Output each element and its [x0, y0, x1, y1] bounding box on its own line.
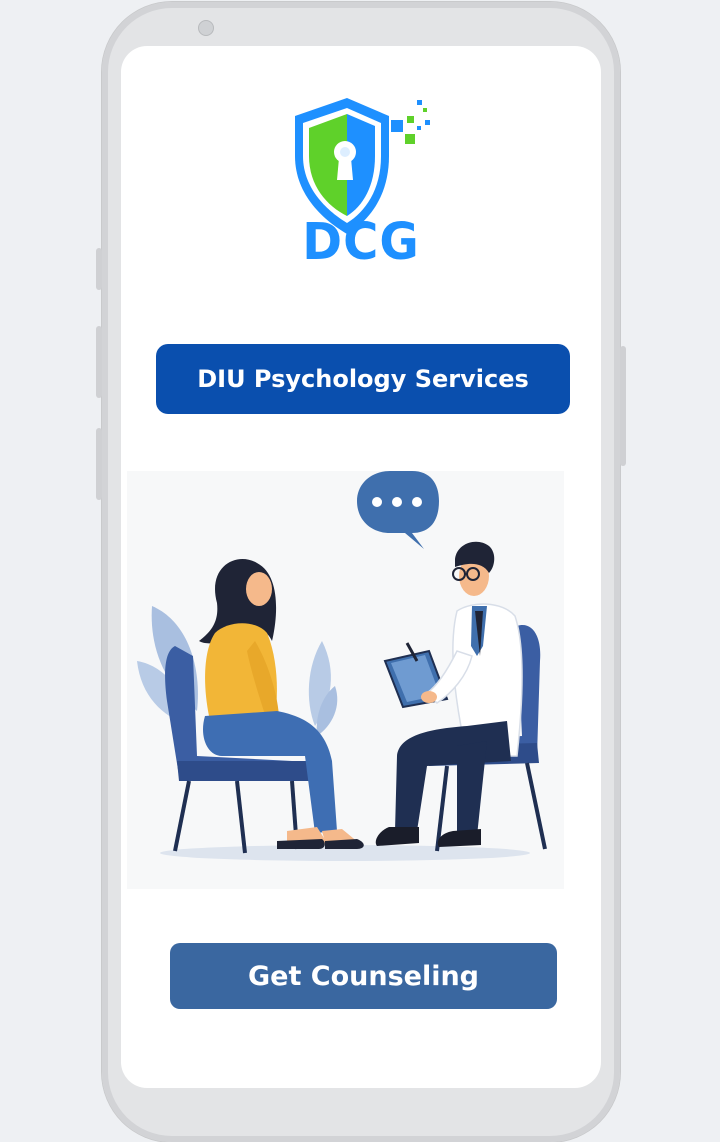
phone-side-button: [96, 248, 102, 290]
phone-side-button: [620, 346, 626, 466]
counseling-session-illustration: [127, 471, 564, 889]
phone-side-button: [96, 326, 102, 398]
phone-side-button: [96, 428, 102, 500]
services-title-banner: DIU Psychology Services: [156, 344, 570, 414]
get-counseling-button[interactable]: Get Counseling: [170, 943, 557, 1009]
front-camera: [198, 20, 214, 36]
logo-wordmark: DCG: [302, 212, 420, 272]
ellipsis-dot: [372, 497, 382, 507]
app-screen: DCG DIU Psychology Services Get Counseli…: [121, 46, 601, 1088]
